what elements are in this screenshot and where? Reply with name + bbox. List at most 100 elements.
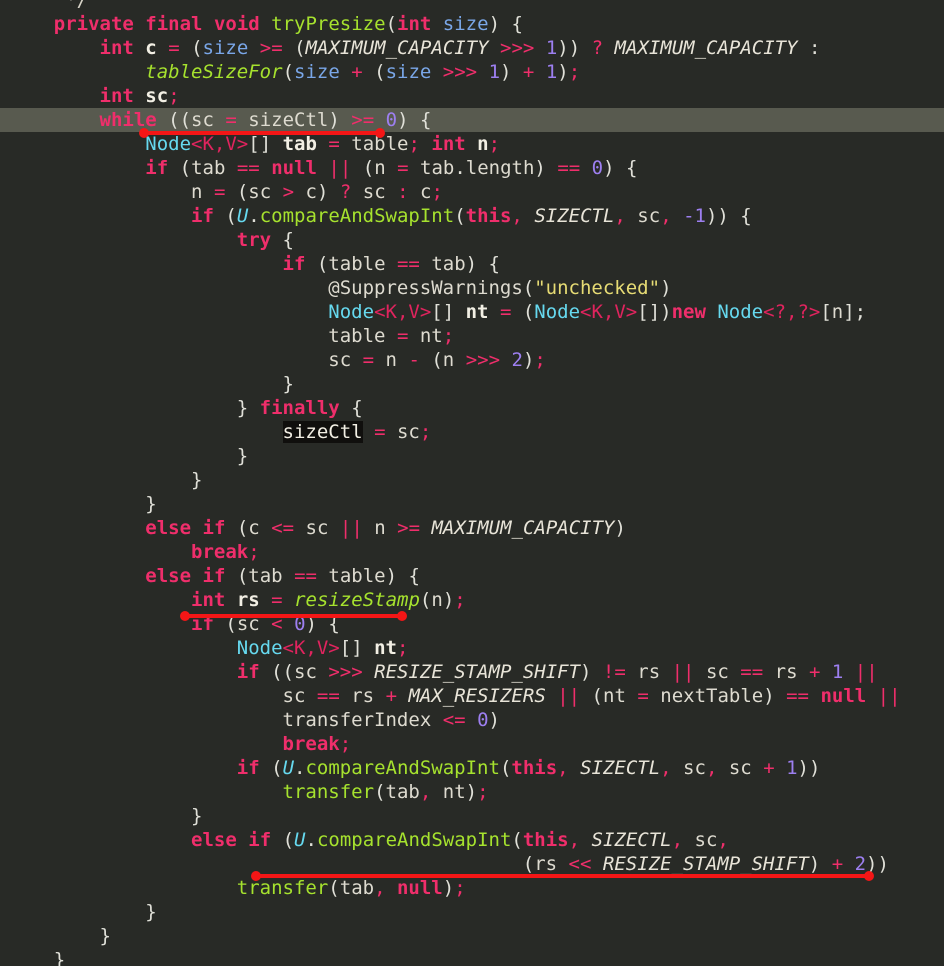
code-token: ( [580, 685, 603, 707]
code-token: tab [248, 565, 283, 587]
code-line[interactable]: } [0, 444, 944, 468]
code-line[interactable]: int sc; [0, 84, 944, 108]
code-line[interactable]: n = (sc > c) ? sc : c; [0, 180, 944, 204]
code-token: while [99, 109, 157, 131]
code-token: */ [65, 0, 89, 11]
code-token: . [305, 829, 317, 851]
code-line[interactable]: int c = (size >= (MAXIMUM_CAPACITY >>> 1… [0, 36, 944, 60]
code-token: ( [522, 277, 535, 299]
code-line[interactable]: if (sc < 0) { [0, 612, 944, 636]
code-line[interactable]: sc == rs + MAX_RESIZERS || (nt = nextTab… [0, 684, 944, 708]
code-line[interactable]: if (tab == null || (n = tab.length) == 0… [0, 156, 944, 180]
code-line[interactable]: } [0, 492, 944, 516]
code-token: } [8, 397, 260, 419]
code-line[interactable]: } [0, 948, 944, 966]
code-line[interactable]: */ [0, 0, 944, 12]
code-token: ]; [843, 301, 867, 323]
code-line[interactable]: if (table == tab) { [0, 252, 944, 276]
code-line[interactable]: } [0, 468, 944, 492]
code-line[interactable]: Node<K,V>[] tab = table; int n; [0, 132, 944, 156]
code-token: break [191, 541, 249, 563]
code-line[interactable]: } [0, 372, 944, 396]
code-token: else [191, 829, 237, 851]
code-token: Node [328, 301, 375, 323]
code-line[interactable]: (rs << RESIZE_STAMP_SHIFT) + 2)) [0, 852, 944, 876]
code-token: new [671, 301, 706, 323]
code-line[interactable]: break; [0, 732, 944, 756]
code-line[interactable]: } [0, 804, 944, 828]
code-line[interactable]: transfer(tab, nt); [0, 780, 944, 804]
code-token: , [511, 205, 523, 227]
source-code-area[interactable]: */ private final void tryPresize(int siz… [0, 0, 944, 966]
code-line[interactable]: Node<K,V>[] nt; [0, 636, 944, 660]
code-line[interactable]: break; [0, 540, 944, 564]
code-token: 0 [385, 109, 398, 131]
code-token: = [637, 685, 649, 707]
code-token: sc [637, 205, 661, 227]
code-token: ( [225, 181, 249, 203]
code-token: sc [248, 181, 272, 203]
code-line[interactable]: } finally { [0, 396, 944, 420]
code-token: RESIZE_STAMP_SHIFT [374, 661, 581, 683]
code-line[interactable]: else if (c <= sc || n >= MAXIMUM_CAPACIT… [0, 516, 944, 540]
code-token: int [99, 85, 134, 107]
code-token: ( [213, 613, 237, 635]
code-token: ) { [465, 253, 500, 275]
code-line[interactable]: @SuppressWarnings("unchecked") [0, 276, 944, 300]
code-token: MAXIMUM_CAPACITY [305, 37, 489, 59]
code-token: . [294, 757, 306, 779]
code-line[interactable]: int rs = resizeStamp(n); [0, 588, 944, 612]
code-token: ( [282, 37, 306, 59]
code-line[interactable]: Node<K,V>[] nt = (Node<K,V>[])new Node<?… [0, 300, 944, 324]
code-token: table [328, 325, 386, 347]
code-line[interactable]: if (U.compareAndSwapInt(this, SIZECTL, s… [0, 204, 944, 228]
code-line[interactable]: } [0, 924, 944, 948]
code-line[interactable]: } [0, 900, 944, 924]
code-token: + [351, 61, 363, 83]
code-line[interactable]: tableSizeFor(size + (size >>> 1) + 1); [0, 60, 944, 84]
code-token: ( [168, 157, 192, 179]
code-line[interactable]: private final void tryPresize(int size) … [0, 12, 944, 36]
code-line[interactable]: sizeCtl = sc; [0, 420, 944, 444]
code-line[interactable]: while ((sc = sizeCtl) >= 0) { [0, 108, 944, 132]
code-token: . [248, 205, 260, 227]
code-line[interactable]: sc = n - (n >>> 2); [0, 348, 944, 372]
code-token: nt [419, 325, 443, 347]
code-line[interactable]: transferIndex <= 0) [0, 708, 944, 732]
code-line[interactable]: table = nt; [0, 324, 944, 348]
code-token: > [282, 181, 295, 203]
code-line[interactable]: else if (tab == table) { [0, 564, 944, 588]
code-token: <K,V> [374, 301, 432, 323]
code-token: tryPresize [271, 13, 386, 35]
code-token: == [396, 253, 420, 275]
code-token: 2 [511, 349, 523, 371]
code-token: || [877, 685, 901, 707]
code-token: size [294, 61, 340, 83]
code-line[interactable]: else if (U.compareAndSwapInt(this, SIZEC… [0, 828, 944, 852]
code-line[interactable]: if (U.compareAndSwapInt(this, SIZECTL, s… [0, 756, 944, 780]
code-token: size [385, 61, 432, 83]
code-line[interactable]: if ((sc >>> RESIZE_STAMP_SHIFT) != rs ||… [0, 660, 944, 684]
code-token: 0 [477, 709, 489, 731]
code-line[interactable]: try { [0, 228, 944, 252]
code-token: = [225, 109, 237, 131]
code-line[interactable]: transfer(tab, null); [0, 876, 944, 900]
